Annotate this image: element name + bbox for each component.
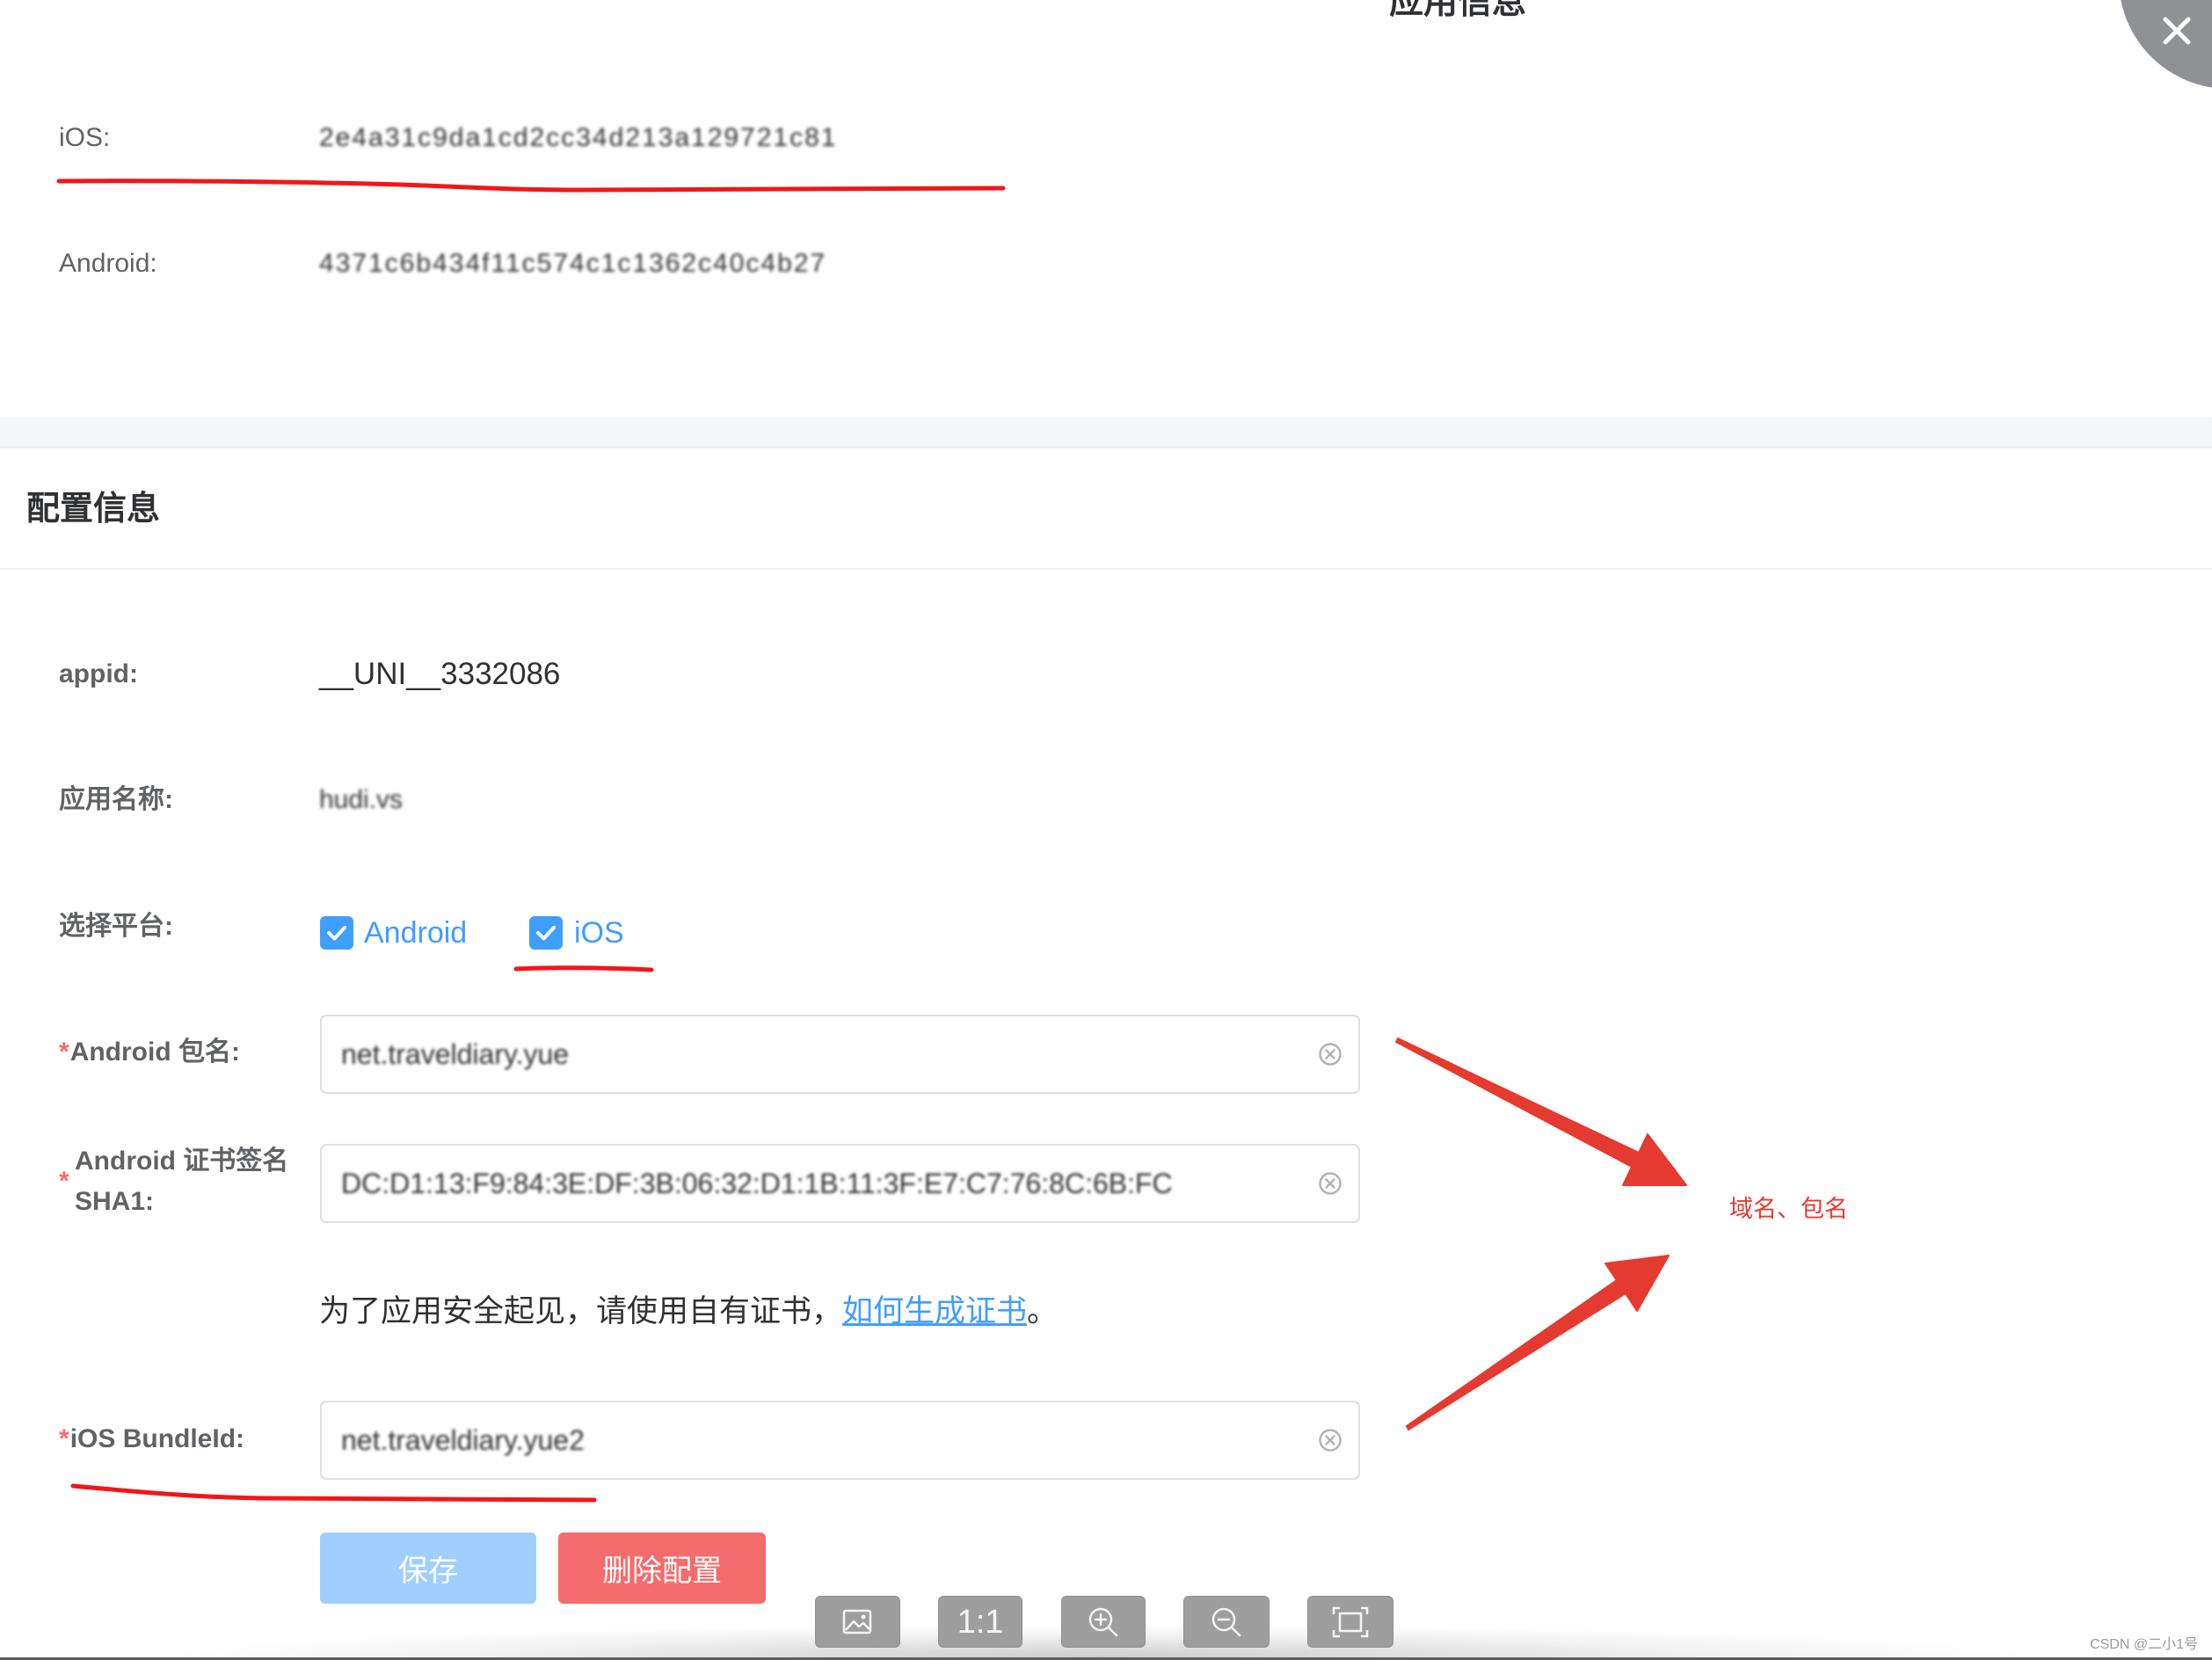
viewer-actual-size-button[interactable]: 1:1 [938, 1596, 1022, 1648]
zoom-out-icon [1212, 1607, 1241, 1636]
card-header-divider [0, 568, 2212, 570]
android-sha1-label: * Android 证书签名 SHA1: [59, 1141, 314, 1226]
red-underline-ios-checkbox [513, 965, 654, 972]
android-sha1-field [320, 1144, 1360, 1223]
image-icon [842, 1609, 871, 1634]
required-mark: * [59, 1424, 69, 1453]
android-key-value: 4371c6b434f11c574c1c1362c40c4b27 [319, 249, 827, 278]
app-name-value: hudi.vs [319, 785, 404, 814]
android-sha1-label-line1: Android 证书签名 [75, 1147, 289, 1176]
required-mark: * [59, 1038, 69, 1067]
delete-config-button[interactable]: 删除配置 [558, 1533, 766, 1604]
red-underline-ios-bundleid [70, 1483, 597, 1503]
ios-bundleid-label: *iOS BundleId: [59, 1422, 244, 1457]
app-info-title-clip: 应用信息 [1354, 0, 1583, 26]
platform-option-label-ios: iOS [574, 916, 624, 950]
appid-label: appid: [59, 659, 138, 688]
android-package-label: *Android 包名: [59, 1035, 240, 1070]
viewer-zoom-out-button[interactable] [1183, 1596, 1270, 1648]
platform-label: 选择平台: [59, 912, 173, 941]
android-package-label-text: Android 包名: [69, 1038, 240, 1067]
ios-key-label: iOS: [59, 123, 111, 152]
circle-close-icon[interactable] [1318, 1171, 1342, 1196]
android-package-input[interactable] [341, 1016, 1299, 1092]
app-name-label: 应用名称: [59, 785, 173, 814]
ios-key-value: 2e4a31c9da1cd2cc34d213a129721c81 [319, 123, 838, 152]
viewer-fit-screen-button[interactable] [1307, 1596, 1393, 1648]
platform-checkbox-android[interactable]: Android [320, 914, 467, 952]
circle-close-icon[interactable] [1318, 1042, 1342, 1067]
viewer-zoom-in-button[interactable] [1061, 1596, 1146, 1648]
fit-screen-icon [1332, 1606, 1369, 1637]
section-title-config: 配置信息 [26, 491, 161, 528]
annotation-label: 域名、包名 [1729, 1196, 1848, 1222]
platform-checkbox-ios[interactable]: iOS [529, 914, 624, 952]
save-button[interactable]: 保存 [320, 1533, 536, 1604]
android-sha1-input[interactable] [341, 1146, 1299, 1221]
android-key-label: Android: [59, 249, 157, 278]
section-title-app-info: 应用信息 [1389, 0, 1527, 21]
required-mark: * [59, 1167, 69, 1196]
appid-value: __UNI__3332086 [319, 657, 561, 691]
cert-hint-text: 为了应用安全起见，请使用自有证书， [319, 1294, 843, 1329]
android-package-field [320, 1015, 1360, 1094]
cert-howto-link[interactable]: 如何生成证书 [842, 1294, 1027, 1329]
actual-size-label: 1:1 [957, 1603, 1004, 1641]
watermark: CSDN @二小1号 [2090, 1637, 2198, 1652]
cert-hint: 为了应用安全起见，请使用自有证书，如何生成证书。 [319, 1292, 1058, 1331]
red-arrow-lower [1406, 1255, 1670, 1431]
ios-bundleid-field [320, 1401, 1360, 1480]
red-underline-ios-key [56, 178, 1006, 193]
zoom-in-icon [1088, 1607, 1118, 1636]
circle-close-icon[interactable] [1318, 1428, 1342, 1452]
android-sha1-label-line2: SHA1: [75, 1187, 155, 1216]
close-button[interactable] [2110, 0, 2212, 97]
viewer-image-button[interactable] [815, 1596, 900, 1648]
ios-bundleid-input[interactable] [341, 1402, 1299, 1478]
checkbox-check-icon [529, 916, 563, 950]
checkbox-check-icon [320, 916, 353, 950]
ios-bundleid-label-text: iOS BundleId: [69, 1424, 245, 1453]
close-icon [2121, 0, 2212, 88]
platform-option-label-android: Android [364, 916, 468, 950]
red-arrow-upper [1395, 1038, 1687, 1186]
cert-hint-suffix: 。 [1027, 1294, 1059, 1329]
card-gap [0, 418, 2212, 448]
